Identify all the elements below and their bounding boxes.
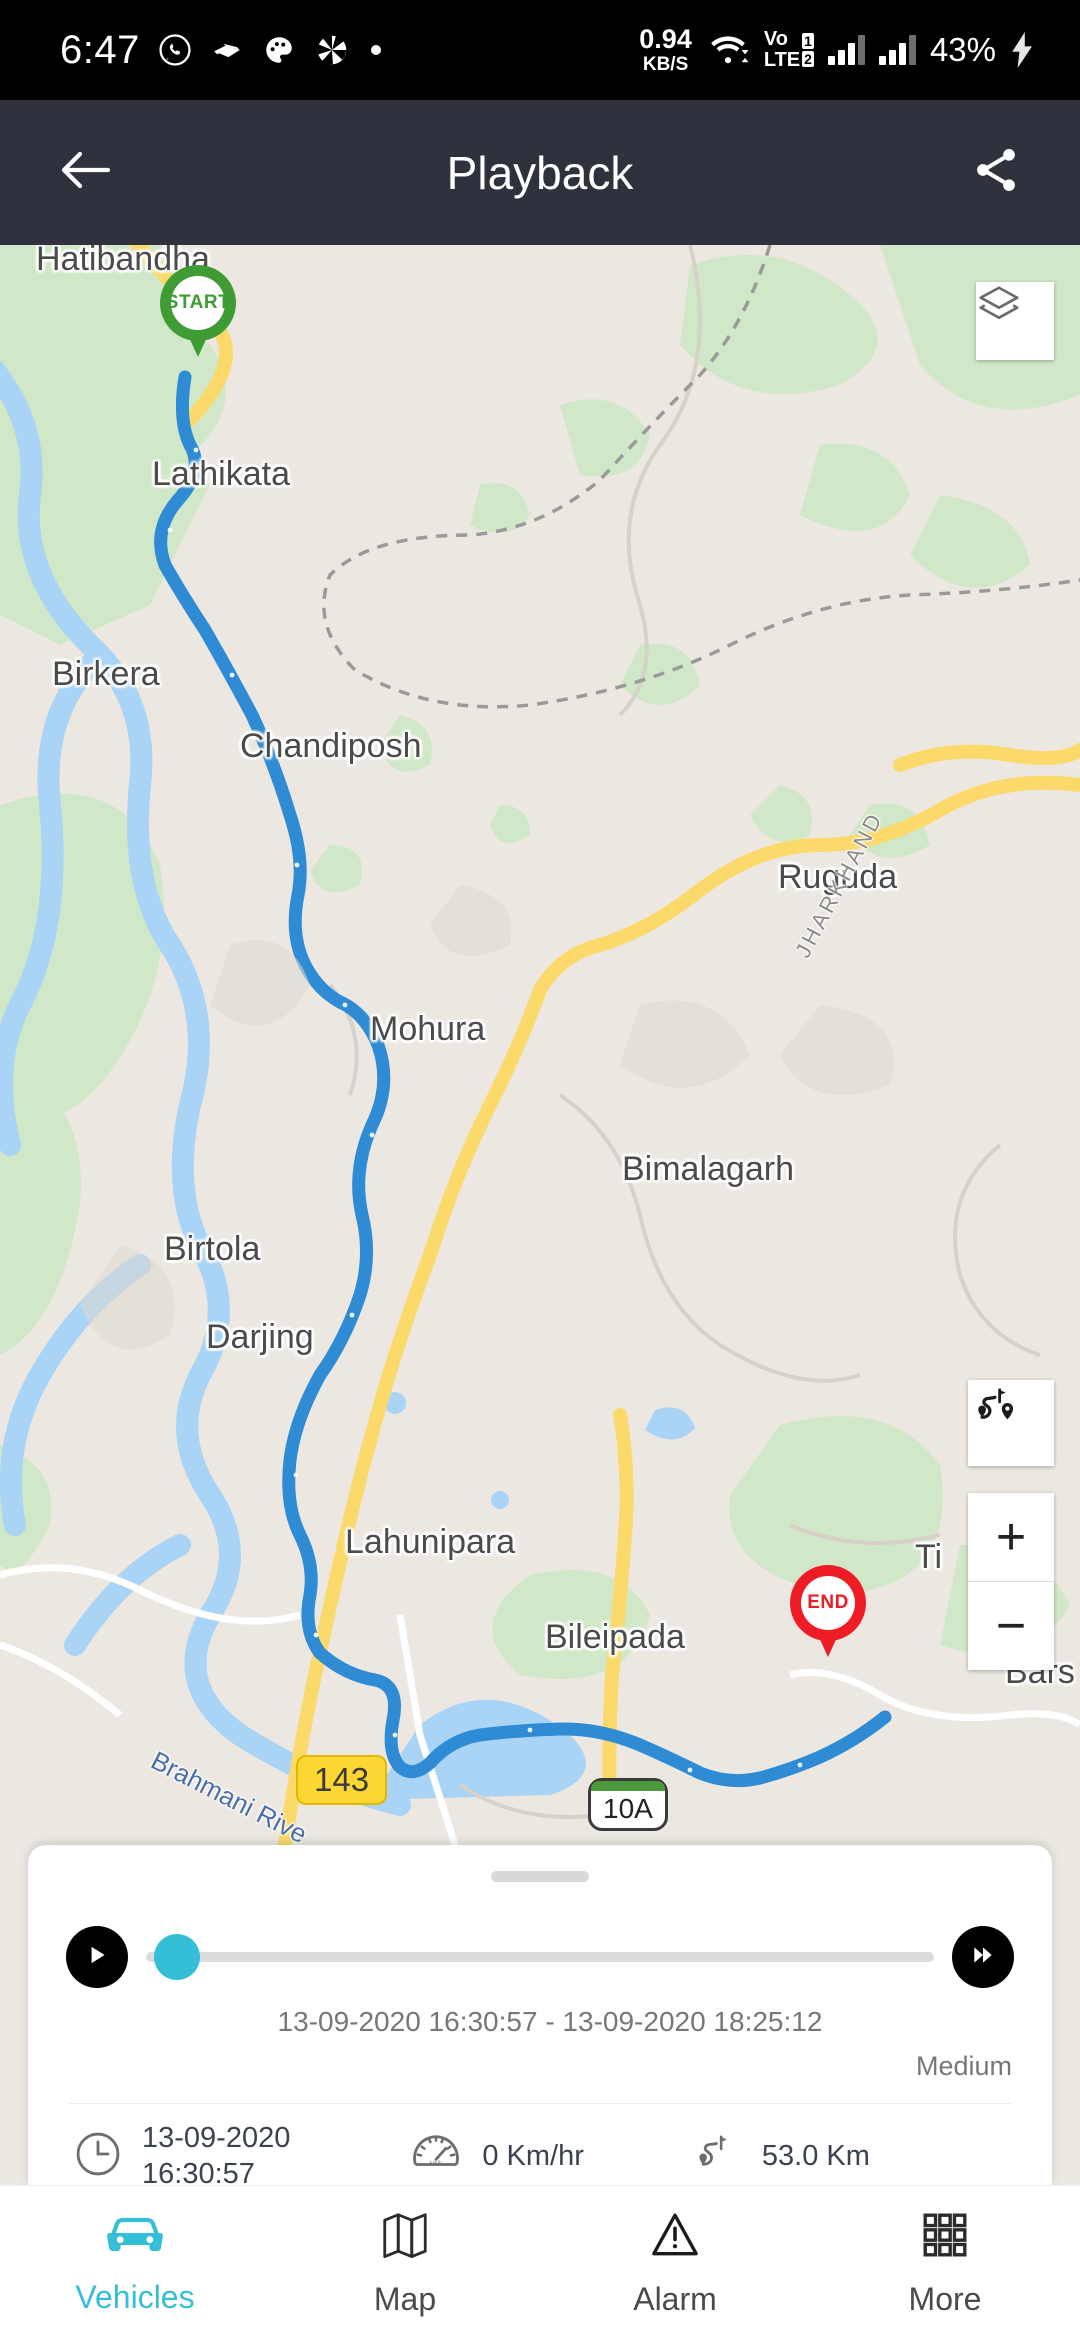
stat-datetime-value: 13-09-2020 16:30:57	[142, 2120, 290, 2193]
playback-slider[interactable]	[146, 1926, 934, 1988]
stat-distance-value: 53.0 Km	[761, 2140, 870, 2173]
start-marker[interactable]: START	[160, 265, 236, 361]
road-shield-10a-text: 10A	[603, 1793, 653, 1824]
nav-item-vehicles-label: Vehicles	[75, 2279, 195, 2315]
zoom-out-button[interactable]: −	[968, 1582, 1054, 1670]
share-button[interactable]	[970, 144, 1022, 201]
sim1-badge: 1	[802, 32, 814, 49]
signal-bars-sim1	[827, 35, 865, 65]
map-label-chandiposh: Chandiposh	[240, 727, 422, 765]
stat-distance: 53.0 Km	[688, 2126, 870, 2187]
map-label-mohura: Mohura	[370, 1010, 486, 1048]
playback-controls	[28, 1926, 1052, 1988]
play-button[interactable]	[66, 1926, 128, 1988]
nav-item-more-label: More	[908, 2281, 982, 2317]
status-bar-left: 6:47	[60, 28, 384, 73]
play-icon	[84, 1942, 110, 1973]
start-marker-label: START	[166, 276, 230, 330]
stat-datetime: 13-09-2020 16:30:57	[72, 2120, 290, 2193]
camera-shutter-icon	[314, 32, 350, 68]
network-speed-unit: KB/S	[642, 54, 689, 75]
layers-button[interactable]	[976, 282, 1054, 360]
nav-item-vehicles[interactable]: Vehicles	[0, 2186, 270, 2340]
end-marker-label: END	[801, 1576, 855, 1630]
clock-icon	[72, 2128, 124, 2185]
sheet-drag-handle[interactable]	[491, 1871, 589, 1882]
route-overview-button[interactable]	[968, 1380, 1054, 1466]
map-icon	[377, 2208, 433, 2267]
end-marker[interactable]: END	[790, 1565, 866, 1661]
status-bar-right: 0.94 KB/S Vo LTE 1 2 43%	[639, 26, 1036, 74]
battery-percentage: 43%	[929, 31, 996, 68]
road-shield-143: 143	[296, 1755, 388, 1805]
package-icon	[210, 33, 244, 67]
nav-item-more[interactable]: More	[810, 2186, 1080, 2340]
playback-speed-label[interactable]: Medium	[916, 2051, 1012, 2082]
map-label-birtola: Birtola	[164, 1230, 261, 1268]
whatsapp-icon	[158, 33, 192, 67]
sim2-badge: 2	[802, 51, 814, 68]
stat-datetime-line1: 13-09-2020	[142, 2122, 291, 2154]
volte-line2: LTE	[763, 49, 801, 71]
app-bar: Playback	[0, 100, 1080, 245]
charging-bolt-icon	[1010, 32, 1036, 68]
alarm-warning-icon	[647, 2208, 703, 2267]
speedometer-icon: km/h	[408, 2126, 464, 2187]
page-title: Playback	[446, 146, 634, 199]
status-time: 6:47	[60, 27, 140, 72]
back-button[interactable]	[58, 146, 114, 199]
nav-item-alarm[interactable]: Alarm	[540, 2186, 810, 2340]
grid-more-icon	[916, 2208, 974, 2267]
map-canvas[interactable]: Hatibandha Lathikata Birkera Chandiposh …	[0, 245, 1080, 1845]
nav-item-map[interactable]: Map	[270, 2186, 540, 2340]
sheet-divider	[68, 2103, 1012, 2104]
map-label-birkera: Birkera	[52, 655, 160, 693]
volte-line1: Vo	[763, 28, 788, 50]
volte-indicator: Vo LTE 1 2	[764, 29, 814, 71]
slider-track	[146, 1952, 934, 1962]
slider-thumb[interactable]	[154, 1934, 200, 1980]
map-label-darjing: Darjing	[206, 1318, 314, 1356]
car-icon	[103, 2210, 167, 2265]
fast-forward-button[interactable]	[952, 1926, 1014, 1988]
map-label-ti: Ti	[915, 1538, 943, 1576]
svg-text:km/h: km/h	[430, 2160, 442, 2166]
bottom-navigation: Vehicles Map Alarm More	[0, 2185, 1080, 2340]
map-label-lathikata: Lathikata	[152, 455, 290, 493]
playback-sheet: 13-09-2020 16:30:57 - 13-09-2020 18:25:1…	[28, 1845, 1052, 2190]
status-bar: 6:47 0.94 KB/S Vo LTE 1 2 43%	[0, 0, 1080, 100]
stat-speed-value: 0 Km/hr	[482, 2140, 584, 2173]
signal-bars-sim2	[878, 35, 916, 65]
nav-item-map-label: Map	[373, 2281, 437, 2317]
road-shield-10a: 10A	[588, 1778, 668, 1831]
map-label-bimalagarh: Bimalagarh	[622, 1150, 794, 1188]
network-speed-indicator: 0.94 KB/S	[639, 24, 692, 75]
stat-speed: km/h 0 Km/hr	[408, 2126, 584, 2187]
playback-time-range: 13-09-2020 16:30:57 - 13-09-2020 18:25:1…	[277, 2006, 823, 2037]
palette-icon	[262, 33, 296, 67]
route-distance-icon	[688, 2126, 744, 2187]
network-speed-value: 0.94	[639, 24, 692, 54]
zoom-in-button[interactable]: +	[968, 1493, 1054, 1581]
trip-stats: 13-09-2020 16:30:57 km/h 0 Km/hr 53.0 Km	[28, 2120, 1052, 2193]
wifi-icon	[706, 33, 750, 67]
dot-icon	[368, 42, 384, 58]
map-label-lahunipara: Lahunipara	[345, 1523, 516, 1561]
nav-item-alarm-label: Alarm	[633, 2281, 717, 2317]
fast-forward-icon	[969, 1942, 997, 1973]
zoom-controls[interactable]: + −	[968, 1493, 1054, 1670]
map-label-bileipada: Bileipada	[545, 1618, 685, 1656]
